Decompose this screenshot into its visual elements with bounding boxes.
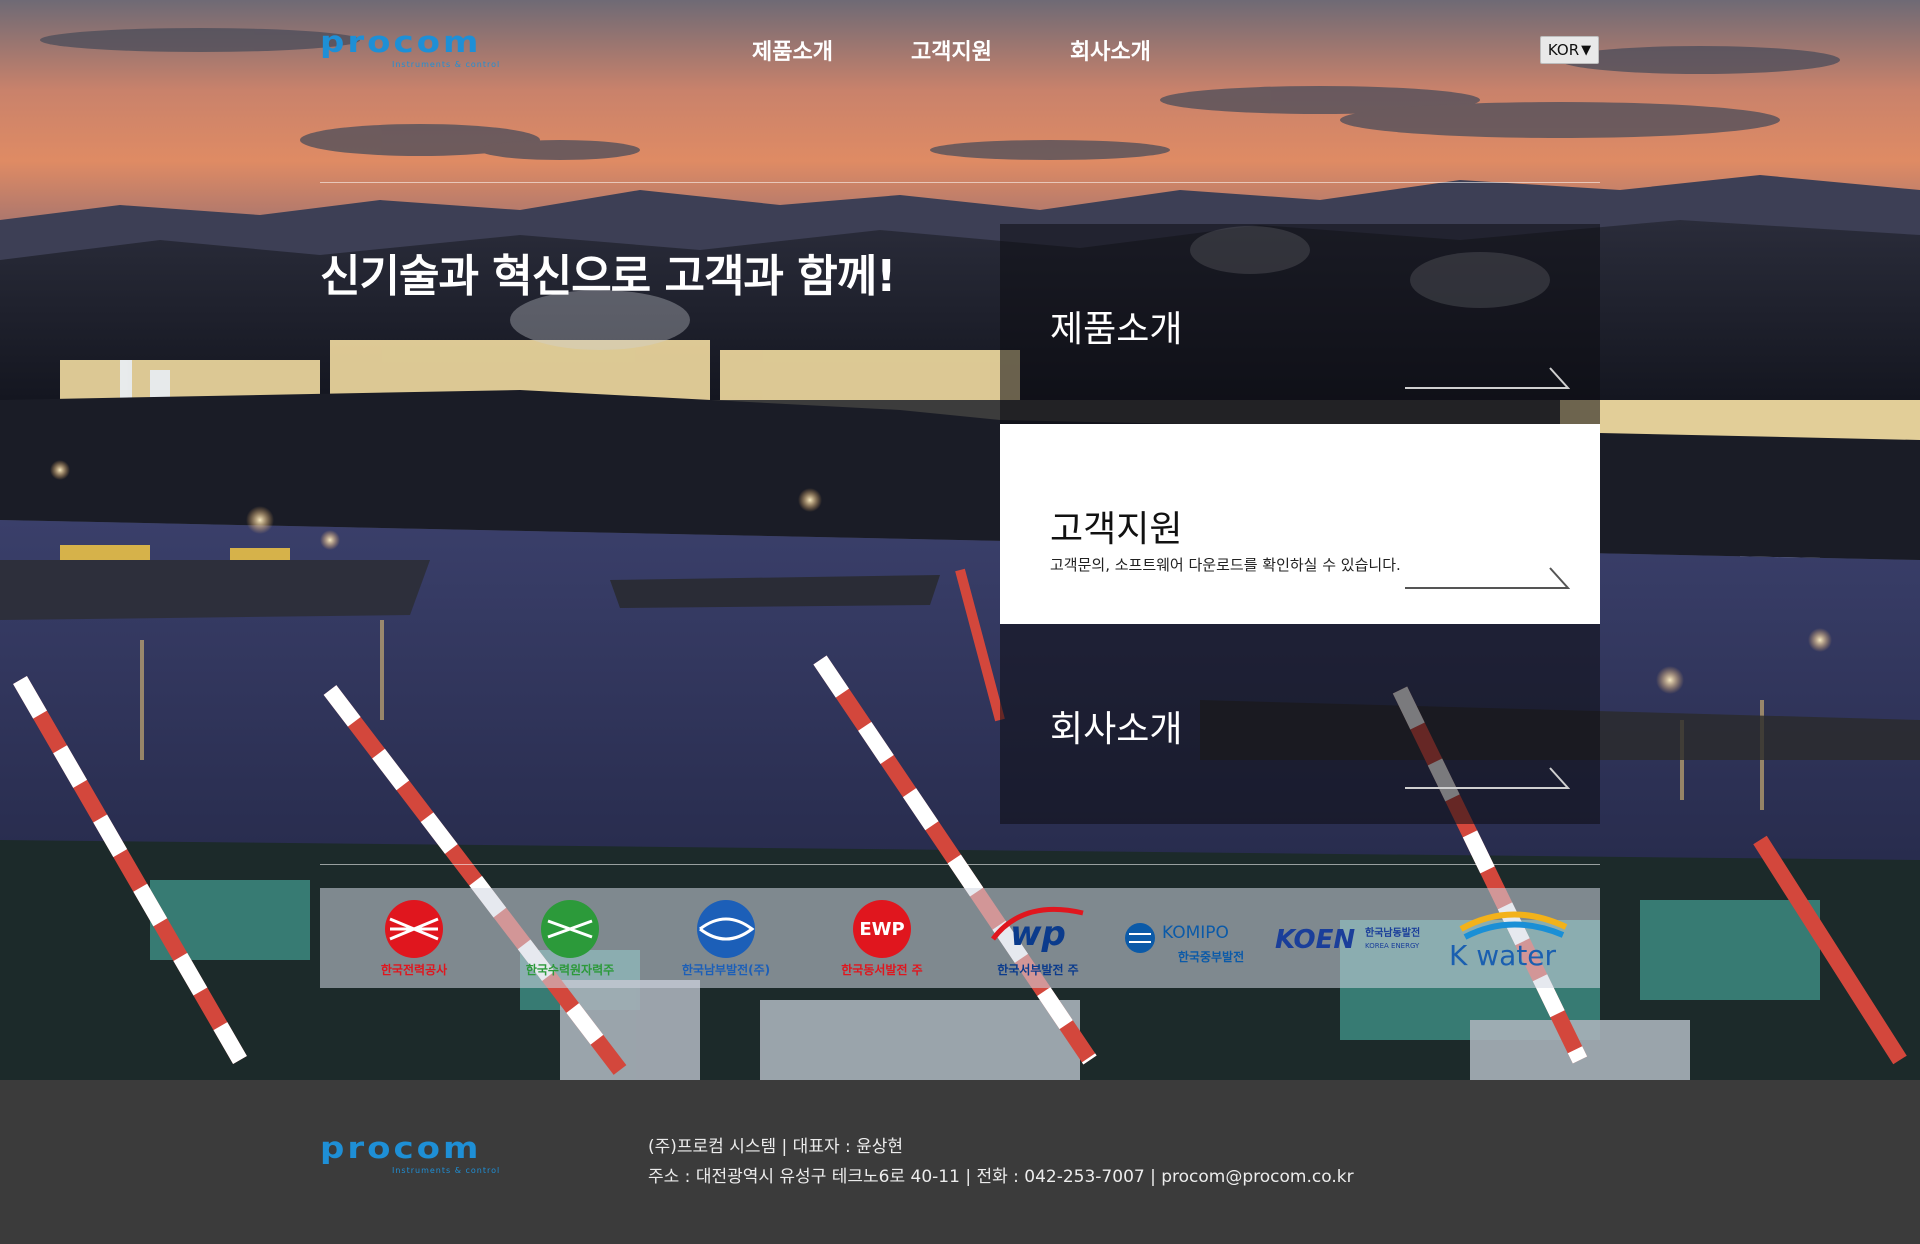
partner-ewp: EWP 한국동서발전 주 [807, 893, 957, 983]
company-info-line2: 주소 : 대전광역시 유성구 테크노6로 40-11 | 전화 : 042-25… [648, 1167, 1354, 1187]
ewp-logo-icon: EWP [853, 899, 911, 958]
card-products[interactable]: 제품소개 [1000, 224, 1600, 424]
company-info-line1: (주)프로컴 시스템 | 대표자 : 윤상현 [648, 1137, 904, 1157]
partners-divider [320, 864, 1600, 865]
card-support[interactable]: 고객지원 고객문의, 소프트웨어 다운로드를 확인하실 수 있습니다. [1000, 424, 1600, 624]
partner-name: 한국전력공사 [380, 962, 448, 977]
partner-komipo: KOMIPO 한국중부발전 [1119, 893, 1269, 983]
kospo-logo-icon [697, 899, 755, 958]
nav-support[interactable]: 고객지원 [911, 34, 992, 66]
partner-name: 한국서부발전 주 [997, 962, 1079, 977]
arrow-right-icon [1405, 367, 1570, 389]
svg-text:한국남동발전: 한국남동발전 [1365, 926, 1420, 939]
caret-down-icon: ▼ [1581, 42, 1592, 58]
wp-logo-icon: wp [991, 906, 1084, 954]
partner-name: 한국남부발전(주) [681, 962, 771, 977]
svg-text:Instruments & control: Instruments & control [392, 1166, 500, 1175]
partner-kospo: 한국남부발전(주) [651, 893, 801, 983]
footer-logo[interactable]: procom Instruments & control [320, 1132, 538, 1176]
svg-text:procom: procom [320, 1136, 481, 1165]
partner-khnp: 한국수력원자력주 [495, 893, 645, 983]
logo[interactable]: procom Instruments & control [320, 30, 538, 70]
card-title: 제품소개 [1050, 309, 1183, 350]
card-title: 회사소개 [1050, 709, 1183, 750]
partner-name: 한국수력원자력주 [525, 962, 615, 977]
arrow-right-icon [1405, 567, 1570, 589]
card-description: 고객문의, 소프트웨어 다운로드를 확인하실 수 있습니다. [1050, 556, 1401, 574]
partner-koen: KOEN 한국남동발전 KOREA ENERGY [1275, 893, 1425, 983]
partner-kwater: K water [1431, 893, 1581, 983]
svg-text:KOEN: KOEN [1275, 925, 1355, 955]
partner-name: 한국중부발전 [1177, 949, 1245, 964]
partner-kepco: 한국전력공사 [339, 893, 489, 983]
svg-text:KOMIPO: KOMIPO [1162, 923, 1229, 943]
nav-company[interactable]: 회사소개 [1070, 34, 1151, 66]
card-title: 고객지원 [1050, 509, 1183, 550]
svg-text:procom: procom [320, 30, 481, 59]
header-divider [320, 182, 1600, 183]
partner-westernpower: wp 한국서부발전 주 [963, 893, 1113, 983]
svg-text:wp: wp [1010, 914, 1066, 954]
arrow-right-icon [1405, 767, 1570, 789]
footer: procom Instruments & control (주)프로컴 시스템 … [0, 1080, 1920, 1244]
partner-name: 한국동서발전 주 [841, 962, 923, 977]
company-info: (주)프로컴 시스템 | 대표자 : 윤상현 주소 : 대전광역시 유성구 테크… [648, 1132, 1354, 1192]
svg-text:KOREA ENERGY: KOREA ENERGY [1365, 942, 1420, 950]
svg-text:K water: K water [1449, 939, 1557, 971]
procom-logo-icon: procom Instruments & control [320, 1132, 500, 1175]
svg-text:Instruments & control: Instruments & control [392, 60, 500, 69]
card-company[interactable]: 회사소개 [1000, 624, 1600, 824]
koen-logo-icon: KOEN 한국남동발전 KOREA ENERGY [1275, 925, 1420, 955]
hero-headline: 신기술과 혁신으로 고객과 함께! [320, 251, 896, 302]
procom-logo-icon: procom Instruments & control [320, 30, 500, 69]
main-nav: 제품소개 고객지원 회사소개 [752, 34, 1151, 66]
khnp-logo-icon [541, 899, 599, 958]
language-value: KOR [1547, 41, 1580, 59]
partner-logos: 한국전력공사 한국수력원자력주 한국남부발전(주) EWP 한국동서발전 주 w… [320, 888, 1600, 988]
language-select[interactable]: KOR ▼ [1540, 36, 1599, 64]
kepco-logo-icon [385, 899, 443, 958]
svg-text:EWP: EWP [859, 919, 904, 940]
kwater-logo-icon: K water [1449, 911, 1568, 971]
nav-products[interactable]: 제품소개 [752, 34, 833, 66]
quick-links: 제품소개 고객지원 고객문의, 소프트웨어 다운로드를 확인하실 수 있습니다.… [1000, 224, 1600, 824]
